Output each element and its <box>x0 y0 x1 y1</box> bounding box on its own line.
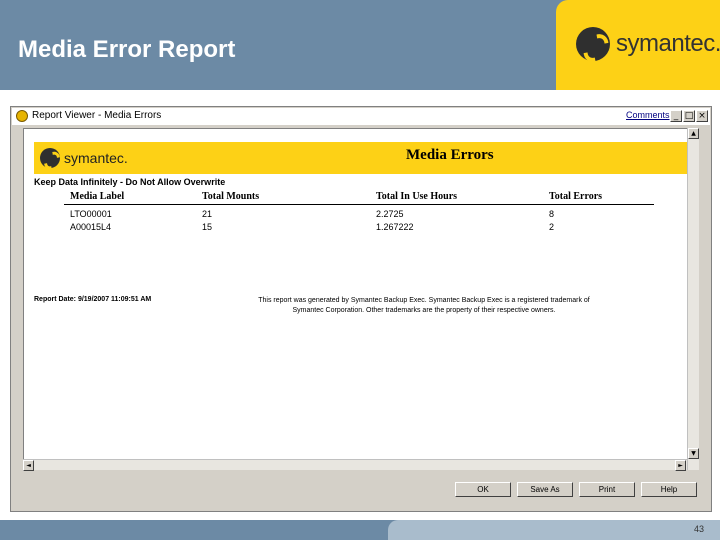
slide: Media Error Report symantec. Report View… <box>0 0 720 540</box>
report-viewer-window: Report Viewer - Media Errors Comments _ … <box>10 106 712 512</box>
window-titlebar[interactable]: Report Viewer - Media Errors Comments _ … <box>12 108 710 125</box>
close-button[interactable]: × <box>696 110 708 122</box>
scroll-left-icon[interactable]: ◄ <box>23 460 34 471</box>
maximize-button[interactable]: □ <box>683 110 695 122</box>
symantec-logo-icon <box>576 27 610 61</box>
table-cell: 21 <box>202 209 213 219</box>
report-footer-note: This report was generated by Symantec Ba… <box>224 296 624 316</box>
column-header-in-use-hours: Total In Use Hours <box>376 191 458 202</box>
report-date: Report Date: 9/19/2007 11:09:51 AM <box>34 296 152 303</box>
save-as-button[interactable]: Save As <box>517 482 573 497</box>
app-icon <box>16 110 28 122</box>
footer-note-line-1: This report was generated by Symantec Ba… <box>258 297 590 304</box>
table-cell: A00015L4 <box>70 222 112 232</box>
column-header-total-errors: Total Errors <box>549 191 603 202</box>
table-cell: 8 <box>549 209 555 219</box>
page-number-tab <box>388 520 720 540</box>
horizontal-scrollbar[interactable]: ◄ ► <box>23 459 687 471</box>
window-title: Report Viewer - Media Errors <box>32 110 162 121</box>
report-title: Media Errors <box>406 147 494 163</box>
scroll-up-icon[interactable]: ▲ <box>688 128 699 139</box>
help-button[interactable]: Help <box>641 482 697 497</box>
table-cell: LTO00001 <box>70 209 112 219</box>
scroll-right-icon[interactable]: ► <box>675 460 686 471</box>
column-header-media-label: Media Label <box>70 191 125 202</box>
symantec-banner-icon <box>40 148 60 168</box>
slide-header: Media Error Report symantec. <box>0 0 720 90</box>
column-header-total-mounts: Total Mounts <box>202 191 260 202</box>
slide-title: Media Error Report <box>18 36 236 63</box>
footer-note-line-2: Symantec Corporation. Other trademarks a… <box>292 307 556 314</box>
table-cell: 1.267222 <box>376 222 414 232</box>
banner-logo-text: symantec. <box>64 150 128 166</box>
print-button[interactable]: Print <box>579 482 635 497</box>
table-cell: 2 <box>549 222 555 232</box>
table-cell: 15 <box>202 222 213 232</box>
vertical-scrollbar[interactable]: ▲ ▼ <box>687 128 699 470</box>
symantec-logo: symantec. <box>556 0 720 90</box>
table-cell: 2.2725 <box>376 209 404 219</box>
ok-button[interactable]: OK <box>455 482 511 497</box>
comments-link[interactable]: Comments <box>626 110 670 120</box>
report-banner: symantec. Media Errors <box>34 142 688 174</box>
minimize-button[interactable]: _ <box>670 110 682 122</box>
header-divider <box>64 204 654 205</box>
section-title: Keep Data Infinitely - Do Not Allow Over… <box>34 177 226 187</box>
page-number: 43 <box>694 524 705 534</box>
scroll-down-icon[interactable]: ▼ <box>688 448 699 459</box>
report-content: symantec. Media Errors Keep Data Infinit… <box>23 128 699 470</box>
logo-text: symantec. <box>616 30 720 57</box>
